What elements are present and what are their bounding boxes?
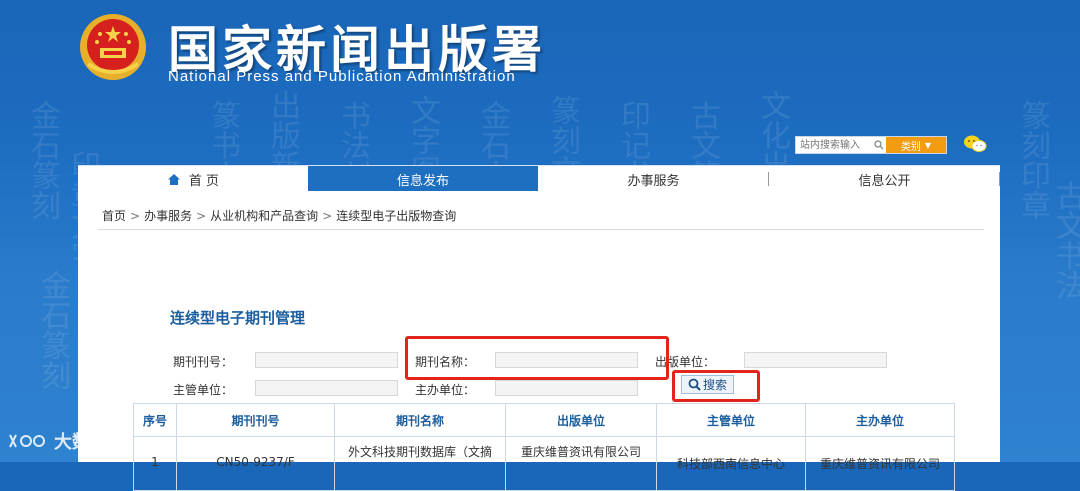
caret-down-icon: ▼: [924, 140, 932, 150]
watermark-logo-icon: [9, 434, 45, 448]
breadcrumb-separator: >: [196, 209, 207, 223]
site-search: 类别 ▼: [795, 136, 947, 154]
search-icon[interactable]: [872, 138, 886, 152]
watermark-text: 大数跨境: [54, 432, 126, 453]
table-row[interactable]: 1 CN50-9237/F 外文科技期刊数据库（文摘 重庆维普资讯有限公司 科技…: [133, 436, 955, 491]
nav-info-disclosure-label: 信息公开: [858, 173, 911, 189]
wechat-icon[interactable]: [963, 134, 987, 154]
main-nav: 首 页 信息发布 办事服务 信息公开: [78, 165, 1000, 192]
issue-number-label: 期刊刊号：: [173, 355, 234, 369]
category-label: 类别: [900, 141, 921, 153]
breadcrumb-divider: [98, 229, 984, 230]
table-header-row: 序号 期刊刊号 期刊名称 出版单位 主管单位 主办单位: [133, 403, 955, 437]
category-dropdown[interactable]: 类别 ▼: [886, 137, 946, 153]
highlight-search-button: [672, 370, 760, 402]
watermark: 大数跨境: [8, 428, 126, 454]
sponsor-input[interactable]: [495, 380, 638, 396]
nav-home-label: 首 页: [188, 173, 220, 189]
breadcrumb-home[interactable]: 首页: [102, 209, 126, 223]
issue-number-input[interactable]: [255, 352, 398, 368]
nav-services[interactable]: 办事服务: [538, 166, 769, 192]
cell-issue-number: CN50-9237/F: [176, 436, 335, 491]
home-icon: [167, 173, 180, 185]
nav-info-disclosure[interactable]: 信息公开: [769, 166, 1000, 192]
publisher-input[interactable]: [744, 352, 887, 368]
nav-info-release[interactable]: 信息发布: [308, 166, 538, 192]
cell-supervisor: 科技部西南信息中心: [656, 436, 806, 491]
cell-index: 1: [133, 436, 177, 491]
col-header-index: 序号: [133, 403, 177, 437]
cell-publisher: 重庆维普资讯有限公司: [505, 436, 657, 491]
site-subtitle: National Press and Publication Administr…: [168, 68, 516, 85]
col-header-issue-number: 期刊刊号: [176, 403, 335, 437]
breadcrumb-current: 连续型电子出版物查询: [336, 209, 457, 223]
breadcrumb: 首页 > 办事服务 > 从业机构和产品查询 > 连续型电子出版物查询: [102, 207, 456, 224]
site-search-input[interactable]: [796, 138, 872, 152]
col-header-journal-name: 期刊名称: [334, 403, 506, 437]
breadcrumb-services[interactable]: 办事服务: [144, 209, 192, 223]
section-title: 连续型电子期刊管理: [170, 309, 306, 327]
nav-divider: [999, 172, 1000, 186]
col-header-sponsor: 主办单位: [805, 403, 955, 437]
nav-home[interactable]: 首 页: [78, 166, 308, 192]
supervisor-input[interactable]: [255, 380, 398, 396]
nav-info-release-label: 信息发布: [396, 173, 449, 189]
content-panel: 首页 > 办事服务 > 从业机构和产品查询 > 连续型电子出版物查询 连续型电子期刊管理 期…: [78, 191, 1000, 491]
breadcrumb-separator: >: [130, 209, 141, 223]
supervisor-label: 主管单位：: [173, 383, 234, 397]
results-table: 序号 期刊刊号 期刊名称 出版单位 主管单位 主办单位 1 CN50-9237/…: [133, 403, 955, 491]
highlight-journal-name: [405, 336, 669, 380]
cell-sponsor: 重庆维普资讯有限公司: [805, 436, 955, 491]
col-header-supervisor: 主管单位: [656, 403, 806, 437]
nav-services-label: 办事服务: [627, 173, 680, 189]
breadcrumb-separator: >: [322, 209, 333, 223]
national-emblem-icon: [80, 14, 146, 80]
sponsor-label: 主办单位：: [415, 383, 476, 397]
col-header-publisher: 出版单位: [505, 403, 657, 437]
breadcrumb-institution-query[interactable]: 从业机构和产品查询: [210, 209, 318, 223]
cell-journal-name[interactable]: 外文科技期刊数据库（文摘: [334, 436, 506, 491]
